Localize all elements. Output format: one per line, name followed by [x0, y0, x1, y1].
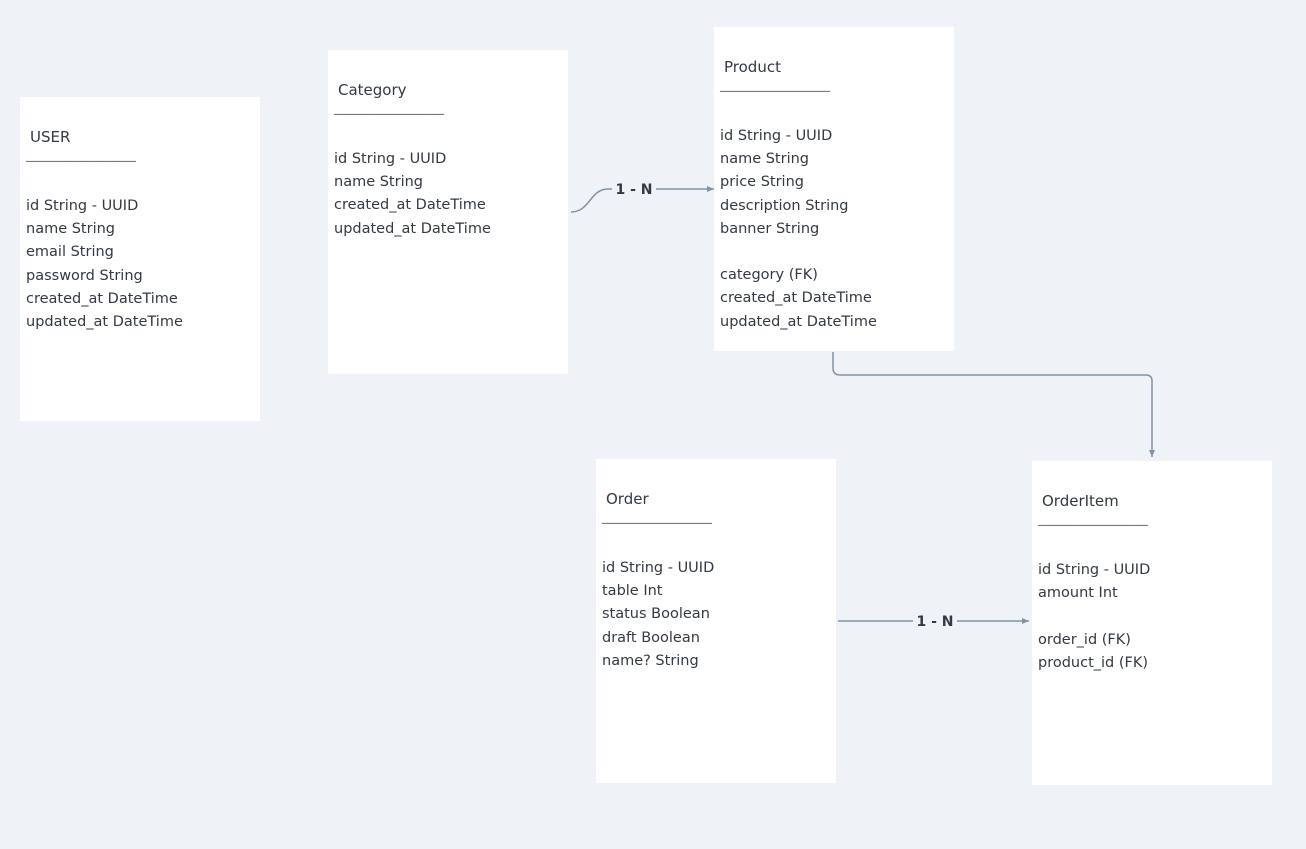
field: category (FK) — [720, 267, 818, 284]
entity-fields: id String - UUID name String price Strin… — [720, 125, 877, 334]
field: amount Int — [1038, 585, 1118, 602]
entity-divider: ____________________ — [602, 511, 712, 524]
field: updated_at DateTime — [26, 313, 183, 330]
relation-line-category-product[interactable] — [570, 189, 714, 213]
field: status Boolean — [602, 606, 710, 623]
entity-fields: id String - UUID table Int status Boolea… — [602, 557, 714, 673]
field: id String - UUID — [1038, 562, 1151, 578]
relation-label-order-orderitem: 1 - N — [916, 614, 953, 630]
field: updated_at DateTime — [720, 313, 877, 330]
entity-order[interactable]: Order ____________________ id String - U… — [596, 459, 836, 783]
field: name String — [720, 151, 810, 168]
field: name String — [334, 174, 424, 191]
field: description String — [720, 197, 849, 214]
field: password String — [26, 267, 143, 284]
field: order_id (FK) — [1038, 631, 1131, 648]
field: table Int — [602, 583, 663, 600]
entity-divider: ____________________ — [26, 149, 136, 162]
field: updated_at DateTime — [334, 220, 491, 237]
field: draft Boolean — [602, 629, 700, 646]
field-spacer — [1038, 605, 1150, 628]
field: id String - UUID — [334, 151, 447, 167]
field-spacer — [720, 241, 877, 264]
field: product_id (FK) — [1038, 654, 1149, 671]
entity-divider: ____________________ — [1038, 513, 1148, 526]
field: created_at DateTime — [720, 290, 872, 307]
field: created_at DateTime — [26, 290, 178, 307]
entity-title: Category — [338, 81, 407, 99]
relation-label-category-product: 1 - N — [615, 182, 652, 198]
field: email String — [26, 244, 114, 261]
entity-fields: id String - UUID amount Int order_id (FK… — [1038, 559, 1150, 675]
entity-title: Product — [724, 58, 781, 76]
relation-line-product-orderitem[interactable] — [832, 352, 1155, 457]
entity-category[interactable]: Category ____________________ id String … — [328, 50, 568, 374]
field: created_at DateTime — [334, 197, 486, 214]
field: name? String — [602, 652, 699, 669]
diagram-canvas: 1 - N 1 - N USER ____________________ id… — [0, 0, 1306, 849]
field: id String - UUID — [26, 198, 139, 214]
field: price String — [720, 174, 804, 191]
entity-divider: ____________________ — [334, 102, 444, 115]
entity-fields: id String - UUID name String created_at … — [334, 148, 491, 241]
entity-title: OrderItem — [1042, 492, 1119, 510]
field: id String - UUID — [720, 128, 833, 144]
entity-product[interactable]: Product ____________________ id String -… — [714, 27, 954, 351]
field: banner String — [720, 220, 820, 237]
entity-title: Order — [606, 490, 649, 508]
entity-user[interactable]: USER ____________________ id String - UU… — [20, 97, 260, 421]
entity-orderitem[interactable]: OrderItem ____________________ id String… — [1032, 461, 1272, 785]
entity-title: USER — [30, 128, 71, 146]
field: name String — [26, 221, 116, 238]
entity-divider: ____________________ — [720, 79, 830, 92]
field: id String - UUID — [602, 560, 715, 576]
entity-fields: id String - UUID name String email Strin… — [26, 195, 183, 334]
